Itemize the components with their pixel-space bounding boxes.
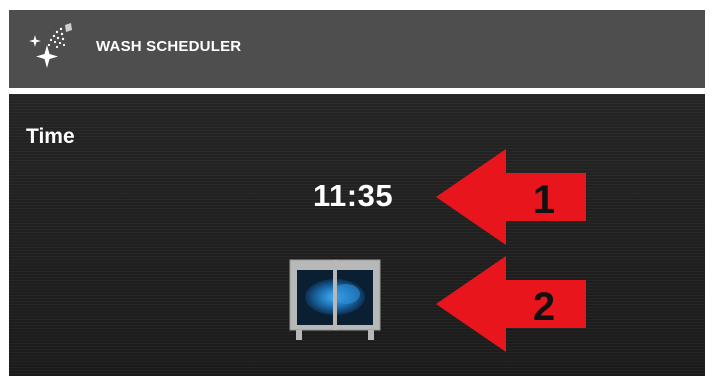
time-value[interactable]: 11:35	[313, 178, 393, 214]
wash-machine-icon[interactable]	[286, 254, 386, 344]
app-header: WASH SCHEDULER	[9, 10, 705, 88]
annotation-arrow-1: 1	[436, 149, 586, 245]
sparkle-spray-icon	[29, 23, 72, 68]
app-window: WASH SCHEDULER Time 11:35 1 2	[9, 10, 705, 376]
annotation-label-1: 1	[533, 178, 555, 222]
annotation-arrow-2: 2	[436, 256, 586, 352]
main-panel: Time 11:35	[9, 94, 705, 376]
time-section-label: Time	[26, 125, 75, 148]
app-title: WASH SCHEDULER	[96, 38, 242, 55]
annotation-label-2: 2	[533, 285, 555, 329]
